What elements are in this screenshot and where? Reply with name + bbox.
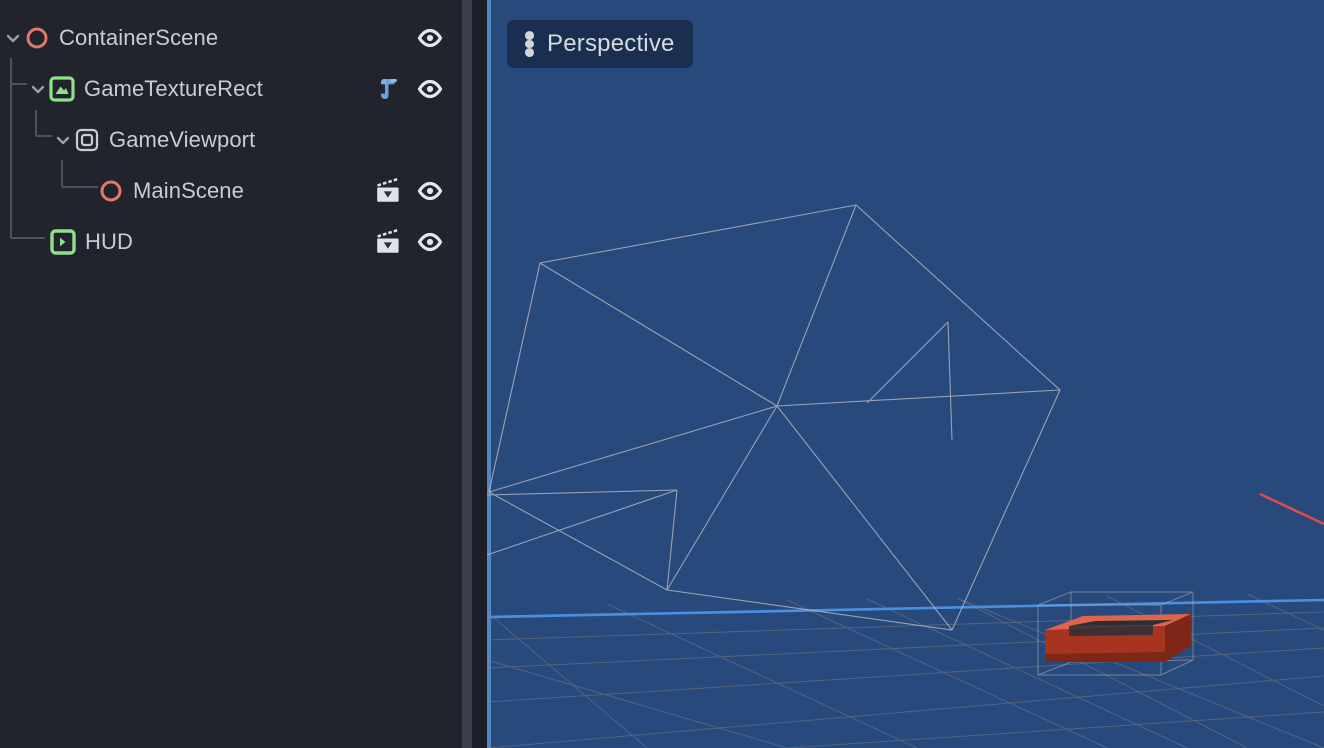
instanced-scene-icon[interactable] <box>374 177 402 205</box>
tree-row[interactable]: GameViewport <box>0 114 462 165</box>
tree-node-label: ContainerScene <box>59 25 218 51</box>
node2d-circle-icon <box>24 25 50 51</box>
tree-node-label: GameViewport <box>109 127 255 153</box>
splitter-handle[interactable] <box>462 0 472 748</box>
control-node-icon <box>50 229 76 255</box>
x-axis-line <box>1260 494 1324 524</box>
chevron-down-icon[interactable] <box>27 78 49 100</box>
z-axis-line <box>487 600 1324 617</box>
texture-rect-icon <box>49 76 75 102</box>
tree-row[interactable]: MainScene <box>0 165 462 216</box>
visibility-eye-icon[interactable] <box>416 228 444 256</box>
chevron-down-icon[interactable] <box>52 129 74 151</box>
panel-splitter[interactable] <box>462 0 487 748</box>
tree-row-actions <box>374 216 444 267</box>
tree-row[interactable]: GameTextureRect <box>0 63 462 114</box>
godot-editor-window: ContainerScene <box>0 0 1324 748</box>
tree-node-label: GameTextureRect <box>84 76 263 102</box>
vertical-dots-icon[interactable] <box>519 29 539 59</box>
view-menu-button[interactable]: Perspective <box>507 20 693 68</box>
camera-frustum-wireframe <box>487 205 1060 630</box>
visibility-eye-icon[interactable] <box>416 24 444 52</box>
tree-row-actions <box>374 63 444 114</box>
chevron-down-icon[interactable] <box>2 27 24 49</box>
visibility-eye-icon[interactable] <box>416 177 444 205</box>
tree-row-actions <box>416 12 444 63</box>
tree-node-label: MainScene <box>133 178 244 204</box>
tree-node-label: HUD <box>85 229 133 255</box>
view-menu-label: Perspective <box>547 30 675 58</box>
tree-row[interactable]: HUD <box>0 216 462 267</box>
scene-tree-panel: ContainerScene <box>0 0 462 748</box>
tree-row-actions <box>374 165 444 216</box>
scene-tree[interactable]: ContainerScene <box>0 0 462 267</box>
3d-viewport[interactable]: Perspective <box>487 0 1324 748</box>
subviewport-icon <box>74 127 100 153</box>
ground-grid <box>487 594 1324 748</box>
node2d-circle-icon <box>98 178 124 204</box>
3d-scene-render <box>487 0 1324 748</box>
script-icon[interactable] <box>374 75 402 103</box>
instanced-scene-icon[interactable] <box>374 228 402 256</box>
tree-row[interactable]: ContainerScene <box>0 12 462 63</box>
visibility-eye-icon[interactable] <box>416 75 444 103</box>
